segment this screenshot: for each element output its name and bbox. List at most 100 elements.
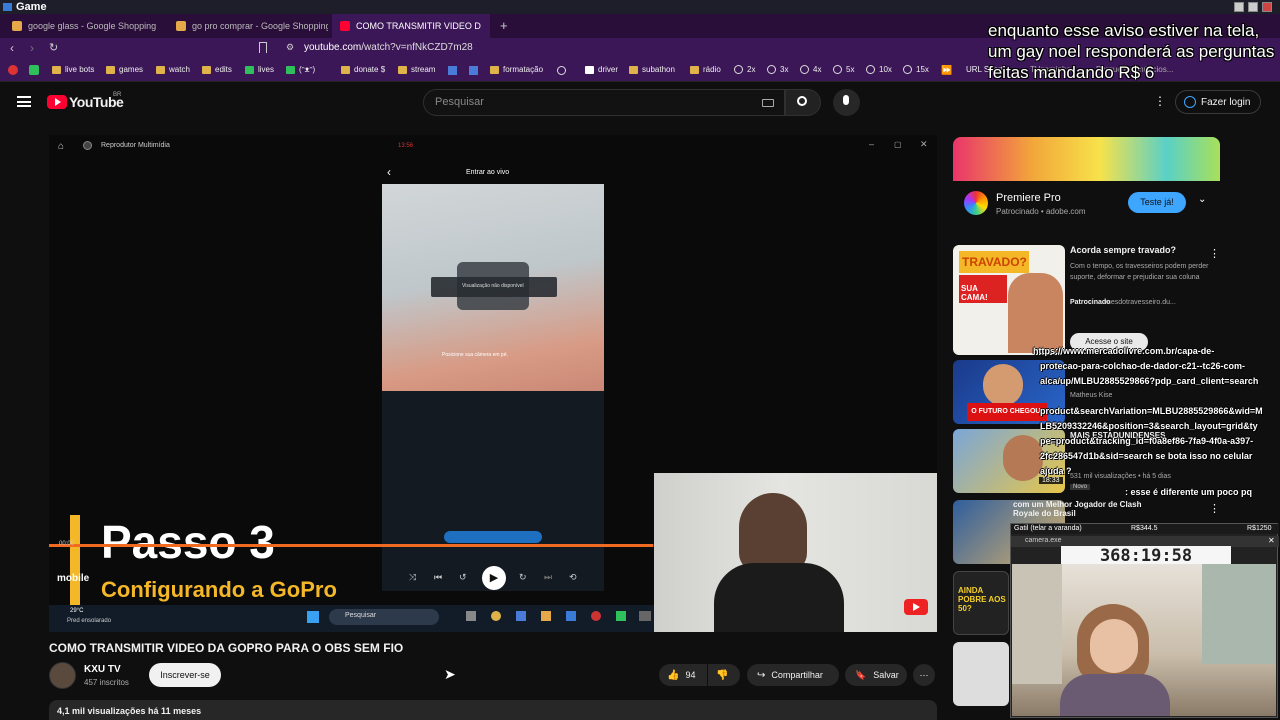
folder-icon: [629, 65, 638, 74]
goal-bar: Gatil (telar a varanda) R$344.5 R$1250: [1011, 524, 1279, 534]
url-host: youtube.com: [304, 42, 362, 53]
bookmark-radio[interactable]: rádio: [690, 65, 721, 74]
person-shirt: [714, 563, 844, 632]
step-accent-bar: [70, 515, 80, 605]
chevron-down-icon[interactable]: ⌄: [1198, 194, 1206, 205]
bookmark-donate[interactable]: donate $: [341, 65, 385, 74]
back-icon[interactable]: ‹: [10, 41, 14, 55]
taskbar-search-label: Pesquisar: [345, 612, 377, 619]
app-bookmark-icon[interactable]: [469, 66, 478, 75]
maximize-icon[interactable]: [1248, 2, 1258, 12]
bookmark-subathon[interactable]: subathon: [629, 65, 675, 74]
keyboard-icon[interactable]: [762, 99, 774, 107]
bookmark-formatacao[interactable]: formatação: [490, 65, 543, 74]
account-icon: [1184, 96, 1196, 108]
search-button[interactable]: [785, 89, 821, 116]
rec-duration: 18:33: [1039, 477, 1063, 484]
bookmark-driver[interactable]: driver: [585, 65, 618, 74]
bookmark-15x[interactable]: 15x: [903, 65, 929, 74]
country-code: BR: [113, 92, 122, 98]
login-button[interactable]: Fazer login: [1175, 90, 1261, 114]
bookmark-label: 15x: [916, 65, 929, 74]
tab-youtube-video[interactable]: COMO TRANSMITIR VIDEO D ✕: [332, 14, 490, 38]
sidebar-sponsored-item[interactable]: TRAVADO? SUA CAMA! Acorda sempre travado…: [953, 245, 1280, 355]
mic-icon: [843, 95, 849, 105]
taskbar-search: Pesquisar: [329, 609, 439, 625]
login-label: Fazer login: [1201, 96, 1251, 108]
chat-line: https://www.mercadolivre.com.br/capa-de-: [1033, 346, 1215, 356]
more-icon: ⋯: [919, 669, 929, 680]
bookmark-2x[interactable]: 2x: [734, 65, 755, 74]
ad-cta-button[interactable]: Teste já!: [1128, 192, 1186, 213]
close-icon[interactable]: [1262, 2, 1272, 12]
search-icon: [797, 96, 807, 106]
tab-label: google glass - Google Shopping: [28, 21, 157, 31]
youtube-logo-icon[interactable]: [47, 95, 67, 109]
camera-hint: Posicione sua câmera em pé.: [442, 352, 508, 358]
bookmark-games[interactable]: games: [106, 65, 143, 74]
channel-name[interactable]: KXU TV: [84, 664, 121, 675]
tab-label: COMO TRANSMITIR VIDEO D: [356, 21, 481, 31]
more-options-icon[interactable]: ⋮: [1154, 94, 1166, 108]
forward-icon: ↻: [519, 572, 527, 582]
tab-google-glass[interactable]: google glass - Google Shopping: [4, 14, 162, 38]
ad-banner-image: [953, 137, 1220, 181]
bookmark-lives[interactable]: lives: [245, 65, 274, 74]
sheet-icon: [245, 65, 254, 74]
rec-more-icon[interactable]: ⋮: [1209, 247, 1220, 260]
thumb-headline: TRAVADO?: [959, 251, 1029, 273]
dislike-button[interactable]: 👎: [708, 664, 740, 686]
url-field[interactable]: youtube.com/watch?v=nfNkCZD7m28: [304, 42, 473, 53]
rec-more-icon[interactable]: ⋮: [1209, 502, 1220, 515]
rec-thumbnail: AINDA POBRE AOS 50?: [953, 571, 1009, 635]
bookmark-face[interactable]: (ᵔᴥᵔ): [286, 65, 315, 74]
bookmark-label: live bots: [65, 65, 95, 74]
home-icon: ⌂: [58, 141, 65, 152]
bookmark-4x[interactable]: 4x: [800, 65, 821, 74]
more-actions-button[interactable]: ⋯: [913, 664, 935, 686]
arrow-icon[interactable]: ⏩: [941, 65, 952, 76]
reload-icon[interactable]: ↻: [49, 41, 58, 54]
menu-icon[interactable]: [17, 96, 31, 107]
rec-thumbnail: [953, 642, 1009, 706]
bookmark-label: (ᵔᴥᵔ): [299, 65, 316, 74]
bookmark-edits[interactable]: edits: [202, 65, 232, 74]
bookmark-5x[interactable]: 5x: [833, 65, 854, 74]
new-tab-icon[interactable]: +: [500, 18, 508, 33]
bookmark-3x[interactable]: 3x: [767, 65, 788, 74]
search-input[interactable]: Pesquisar: [423, 89, 785, 116]
bookmark-icon[interactable]: [259, 42, 267, 53]
window-shape: [1202, 564, 1276, 664]
sidebar-ad[interactable]: Premiere Pro Patrocinado • adobe.com Tes…: [953, 137, 1220, 229]
camera-preview: Visualização não disponível Posicione su…: [382, 184, 604, 391]
youtube-bookmark-icon[interactable]: [8, 65, 18, 75]
bookmark-stream[interactable]: stream: [398, 65, 435, 74]
bookmark-10x[interactable]: 10x: [866, 65, 892, 74]
bookmark-label: 5x: [846, 65, 855, 74]
bookmark-watch[interactable]: watch: [156, 65, 190, 74]
subathon-timer: 368:19:58: [1061, 546, 1231, 566]
globe-icon[interactable]: [557, 66, 566, 75]
tab-go-pro-comprar[interactable]: go pro comprar - Google Shopping: [168, 14, 328, 38]
subscribe-button[interactable]: Inscrever-se: [149, 663, 221, 687]
phone-back-icon: ‹: [387, 165, 391, 179]
mobile-label: mobile: [57, 573, 90, 584]
site-info-icon[interactable]: ⚙: [286, 42, 294, 53]
forward-icon[interactable]: ›: [30, 41, 34, 55]
app-bookmark-icon[interactable]: [29, 65, 39, 75]
voice-search-button[interactable]: [833, 89, 860, 116]
app-bookmark-icon[interactable]: [448, 66, 457, 75]
save-button[interactable]: 🔖 Salvar: [845, 664, 907, 686]
youtube-icon: [340, 21, 350, 31]
like-button[interactable]: 👍 94: [659, 664, 707, 686]
video-player[interactable]: ⌂ Reprodutor Multimídia – ▢ ✕ 13:56 ‹ En…: [49, 135, 937, 632]
views-line[interactable]: 4,1 mil visualizações há 11 meses: [49, 700, 937, 720]
app-icon: [491, 611, 501, 621]
window-restore-icon: ▢: [894, 140, 902, 149]
channel-avatar[interactable]: [49, 662, 76, 689]
share-button[interactable]: ↪ Compartilhar: [747, 664, 839, 686]
bookmark-live-bots[interactable]: live bots: [52, 65, 94, 74]
media-player-icon: [83, 141, 92, 150]
person-head: [739, 493, 807, 573]
minimize-icon[interactable]: [1234, 2, 1244, 12]
